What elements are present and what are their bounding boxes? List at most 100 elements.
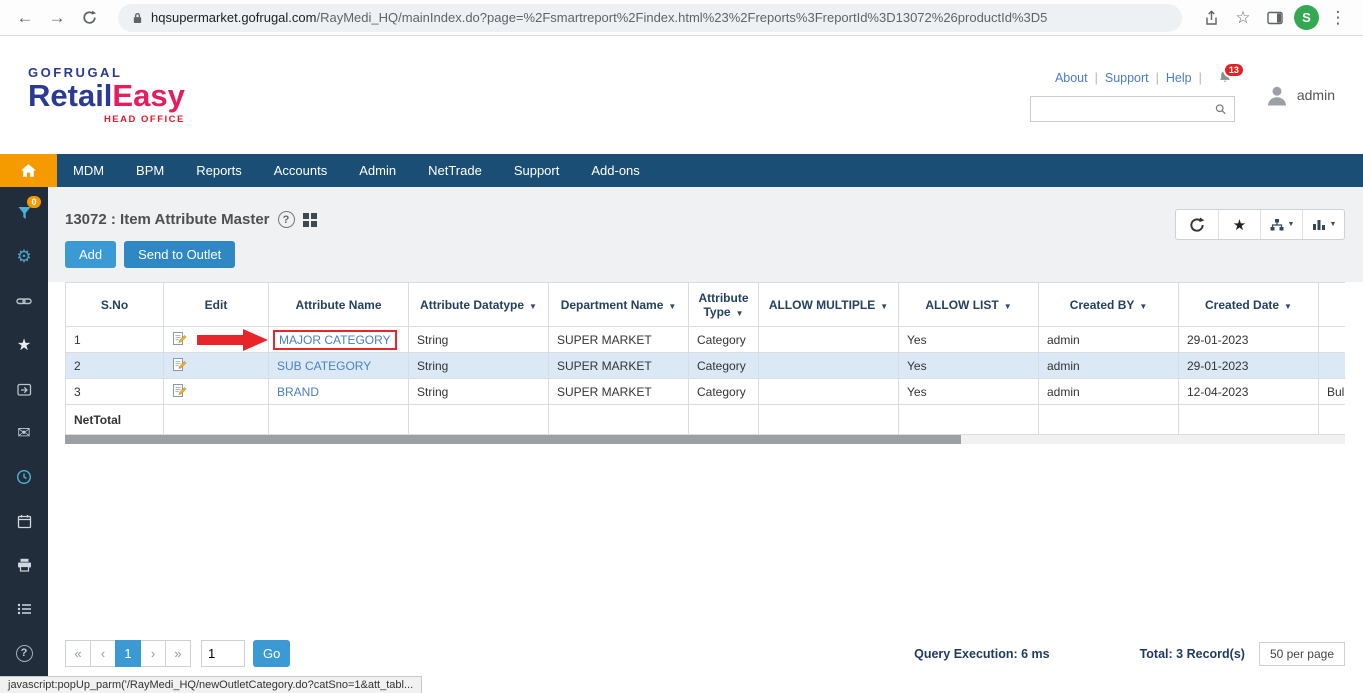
col-sno: S.No: [66, 283, 164, 327]
sort-caret-icon[interactable]: ▼: [529, 302, 537, 311]
refresh-icon[interactable]: [76, 5, 102, 31]
browser-toolbar: ← → hqsupermarket.gofrugal.com/RayMedi_H…: [0, 0, 1363, 36]
search-input[interactable]: [1039, 101, 1215, 116]
sort-caret-icon[interactable]: ▼: [668, 302, 676, 311]
tool-sidebar: 0 ⚙ ★ ✉: [0, 187, 48, 693]
sort-caret-icon[interactable]: ▼: [736, 309, 744, 318]
go-button[interactable]: Go: [253, 640, 290, 667]
report-help-icon[interactable]: ?: [278, 211, 295, 228]
search-icon[interactable]: [1215, 102, 1226, 116]
nav-item-support[interactable]: Support: [498, 154, 576, 187]
col-attribute-datatype[interactable]: Attribute Datatype▼: [409, 283, 549, 327]
sort-caret-icon[interactable]: ▼: [1139, 302, 1147, 311]
attribute-link[interactable]: SUB CATEGORY: [277, 359, 371, 373]
nav-item-accounts[interactable]: Accounts: [258, 154, 343, 187]
edit-icon[interactable]: [172, 357, 187, 372]
cell-allow-multiple: [759, 379, 899, 405]
cell-sno: 3: [66, 379, 164, 405]
send-to-outlet-button[interactable]: Send to Outlet: [124, 241, 235, 268]
global-search[interactable]: [1030, 96, 1235, 122]
edit-icon[interactable]: [172, 331, 187, 346]
home-tab[interactable]: [0, 154, 57, 187]
product-part1: Retail: [28, 78, 112, 113]
next-page-button[interactable]: ›: [140, 640, 166, 667]
grid-footer: « ‹ 1 › » Go Query Execution: 6 ms Total…: [65, 640, 1345, 667]
nav-item-mdm[interactable]: MDM: [57, 154, 120, 187]
attribute-link[interactable]: MAJOR CATEGORY: [279, 333, 391, 347]
username-label: admin: [1297, 87, 1335, 103]
col-allow-list[interactable]: ALLOW LIST▼: [899, 283, 1039, 327]
prev-page-button[interactable]: ‹: [90, 640, 116, 667]
edit-icon[interactable]: [172, 383, 187, 398]
user-icon: [1265, 84, 1289, 106]
list-icon[interactable]: [17, 599, 32, 619]
send-icon[interactable]: [17, 379, 32, 399]
sort-caret-icon[interactable]: ▼: [1284, 302, 1292, 311]
last-page-button[interactable]: »: [165, 640, 191, 667]
first-page-button[interactable]: «: [65, 640, 91, 667]
settings-gear-icon[interactable]: ⚙: [16, 247, 31, 267]
print-icon[interactable]: [17, 555, 32, 575]
add-button[interactable]: Add: [65, 241, 116, 268]
filter-icon[interactable]: 0: [17, 203, 32, 223]
back-icon[interactable]: ←: [12, 5, 38, 31]
cell-sno: 1: [66, 327, 164, 353]
col-allow-multiple[interactable]: ALLOW MULTIPLE▼: [759, 283, 899, 327]
col-attribute-name: Attribute Name: [269, 283, 409, 327]
browser-profile-avatar[interactable]: S: [1294, 5, 1319, 30]
col-created-date[interactable]: Created Date▼: [1179, 283, 1319, 327]
cell-type: Category: [689, 353, 759, 379]
funnel-icon: [17, 206, 32, 220]
header-links: About| Support| Help| 13: [1055, 69, 1235, 87]
col-department-name[interactable]: Department Name▼: [549, 283, 689, 327]
report-main: ★ ▼ ▼ 13072 : Ite: [48, 187, 1363, 693]
goto-page-input[interactable]: [201, 640, 245, 667]
help-icon[interactable]: ?: [16, 643, 33, 663]
about-link[interactable]: About: [1055, 71, 1088, 85]
sort-caret-icon[interactable]: ▼: [880, 302, 888, 311]
nav-item-addons[interactable]: Add-ons: [575, 154, 655, 187]
url-domain: hqsupermarket.gofrugal.com: [151, 10, 316, 25]
link-icon[interactable]: [16, 291, 32, 311]
scrollbar-thumb[interactable]: [65, 435, 961, 444]
dashboard-grid-icon[interactable]: [303, 213, 317, 227]
horizontal-scrollbar[interactable]: [65, 435, 1345, 444]
menu-list-icon: [17, 603, 32, 615]
nav-item-bpm[interactable]: BPM: [120, 154, 180, 187]
star-icon[interactable]: ★: [17, 335, 31, 355]
nav-item-reports[interactable]: Reports: [180, 154, 258, 187]
calendar-icon[interactable]: [17, 511, 32, 531]
sort-caret-icon[interactable]: ▼: [1004, 302, 1012, 311]
cell-attribute-name: BRAND: [269, 379, 409, 405]
share-icon[interactable]: [1198, 5, 1224, 31]
cell-created-date: 29-01-2023: [1179, 353, 1319, 379]
bookmark-star-icon[interactable]: ☆: [1230, 5, 1256, 31]
cell-created-by: admin: [1039, 379, 1179, 405]
support-link[interactable]: Support: [1105, 71, 1149, 85]
separator: |: [1156, 71, 1159, 85]
forward-icon[interactable]: →: [44, 5, 70, 31]
nav-item-nettrade[interactable]: NetTrade: [412, 154, 498, 187]
help-link[interactable]: Help: [1166, 71, 1192, 85]
cell-type: Category: [689, 379, 759, 405]
attribute-link[interactable]: BRAND: [277, 385, 319, 399]
browser-menu-icon[interactable]: ⋮: [1325, 5, 1351, 31]
clock-icon[interactable]: [16, 467, 32, 487]
nav-item-admin[interactable]: Admin: [343, 154, 412, 187]
cell-allow-list: Yes: [899, 379, 1039, 405]
cell-edit: [164, 353, 269, 379]
report-grid: S.No Edit Attribute Name Attribute Datat…: [65, 282, 1345, 444]
col-attribute-type[interactable]: Attribute Type▼: [689, 283, 759, 327]
col-created-by[interactable]: Created BY▼: [1039, 283, 1179, 327]
notifications-bell-icon[interactable]: 13: [1217, 69, 1235, 87]
logo-tagline: HEAD OFFICE: [28, 114, 185, 125]
title-row: 13072 : Item Attribute Master ?: [65, 187, 1345, 228]
separator: |: [1199, 71, 1202, 85]
address-bar[interactable]: hqsupermarket.gofrugal.com/RayMedi_HQ/ma…: [118, 4, 1182, 32]
mail-icon[interactable]: ✉: [17, 423, 30, 443]
user-menu[interactable]: admin: [1265, 84, 1335, 106]
page-number-button[interactable]: 1: [115, 640, 141, 667]
help-question-mark: ?: [16, 645, 33, 662]
per-page-select[interactable]: 50 per page: [1259, 642, 1345, 666]
side-panel-icon[interactable]: [1262, 5, 1288, 31]
